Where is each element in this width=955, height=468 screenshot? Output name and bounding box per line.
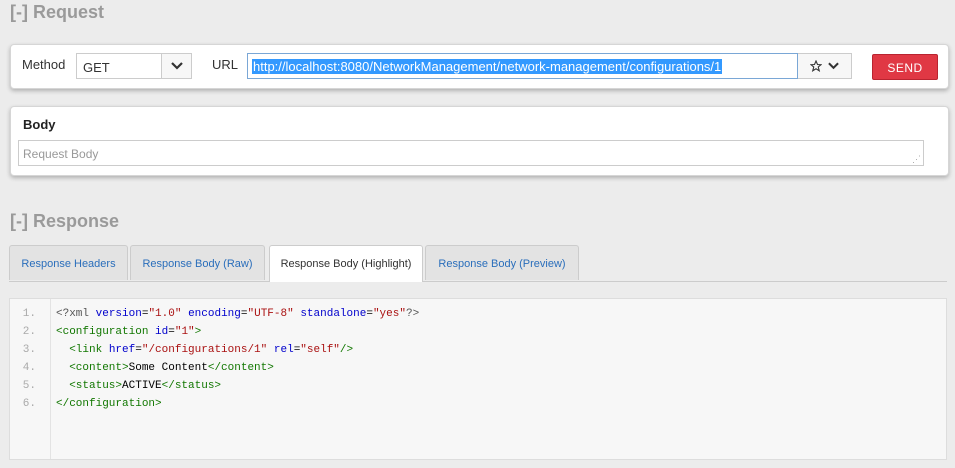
code-attr: version xyxy=(95,308,142,320)
code-line: <configuration id="1"> xyxy=(56,326,202,338)
code-string: "UTF-8" xyxy=(247,308,294,320)
code-tag: </status> xyxy=(161,380,222,392)
body-placeholder: Request Body xyxy=(23,147,99,161)
xml-declaration: <?xml xyxy=(56,308,90,320)
method-value: GET xyxy=(83,60,110,75)
chevron-down-icon xyxy=(170,62,183,70)
line-number: 6. xyxy=(22,398,36,410)
url-label: URL xyxy=(212,57,239,72)
code-string: "1.0" xyxy=(148,308,182,320)
url-history-button[interactable] xyxy=(798,53,852,79)
method-label: Method xyxy=(22,57,66,72)
code-text: Some Content xyxy=(128,362,208,374)
line-number: 3. xyxy=(22,344,36,356)
body-label: Body xyxy=(23,117,56,132)
tab-response-body-highlight[interactable]: Response Body (Highlight) xyxy=(269,245,423,282)
code-attr: encoding xyxy=(188,308,241,320)
code-tag: <content> xyxy=(69,362,129,374)
tab-response-body-raw[interactable]: Response Body (Raw) xyxy=(130,245,265,280)
tab-response-headers[interactable]: Response Headers xyxy=(9,245,128,280)
request-bar: Method GET URL http://localhost:8080/Net… xyxy=(10,44,949,89)
url-value: http://localhost:8080/NetworkManagement/… xyxy=(252,59,723,74)
resize-grip-icon[interactable]: ⋰ xyxy=(912,155,921,164)
method-select[interactable]: GET xyxy=(76,53,192,79)
code-attr: href xyxy=(108,344,136,356)
code-tag: </content> xyxy=(207,362,274,374)
code-tag: /> xyxy=(339,344,354,356)
code-text: ACTIVE xyxy=(122,380,162,392)
line-number-gutter: 1. 2. 3. 4. 5. 6. xyxy=(10,299,51,459)
code-attr: id xyxy=(155,326,169,338)
code-tag: > xyxy=(194,326,202,338)
star-icon[interactable] xyxy=(810,60,822,72)
code-string: "/configurations/1" xyxy=(141,344,268,356)
code-attr: standalone xyxy=(300,308,367,320)
code-string: "self" xyxy=(300,344,340,356)
response-section-title[interactable]: [-] Response xyxy=(10,211,119,232)
code-attr: rel xyxy=(273,344,294,356)
code-line: <link href="/configurations/1" rel="self… xyxy=(69,344,354,356)
line-number: 5. xyxy=(22,380,36,392)
chevron-down-icon[interactable] xyxy=(828,62,839,70)
xml-declaration-end: ?> xyxy=(405,308,420,320)
line-number: 2. xyxy=(22,326,36,338)
code-line: <status>ACTIVE</status> xyxy=(56,380,221,392)
method-dropdown-button[interactable] xyxy=(161,54,191,78)
url-input[interactable]: http://localhost:8080/NetworkManagement/… xyxy=(247,53,798,79)
code-tag: <link xyxy=(69,344,103,356)
response-tabs: Response Headers Response Body (Raw) Res… xyxy=(9,245,947,282)
request-body-textarea[interactable]: Request Body ⋰ xyxy=(18,140,924,166)
code-tag: </configuration> xyxy=(56,398,162,410)
line-number: 4. xyxy=(22,362,36,374)
response-code-view: 1. 2. 3. 4. 5. 6. <?xml version="1.0" en… xyxy=(9,298,947,460)
code-string: "yes" xyxy=(372,308,406,320)
tab-response-body-preview[interactable]: Response Body (Preview) xyxy=(425,245,579,280)
request-section-title[interactable]: [-] Request xyxy=(10,2,104,23)
line-number: 1. xyxy=(22,308,36,320)
code-tag: <status> xyxy=(69,380,123,392)
send-button[interactable]: SEND xyxy=(872,54,938,80)
body-panel: Body Request Body ⋰ xyxy=(10,106,949,176)
code-line: <content>Some Content</content> xyxy=(56,362,274,374)
code-tag: <configuration xyxy=(56,326,149,338)
code-string: "1" xyxy=(174,326,195,338)
code-line: <?xml version="1.0" encoding="UTF-8" sta… xyxy=(56,308,420,320)
code-line: </configuration> xyxy=(56,398,162,410)
